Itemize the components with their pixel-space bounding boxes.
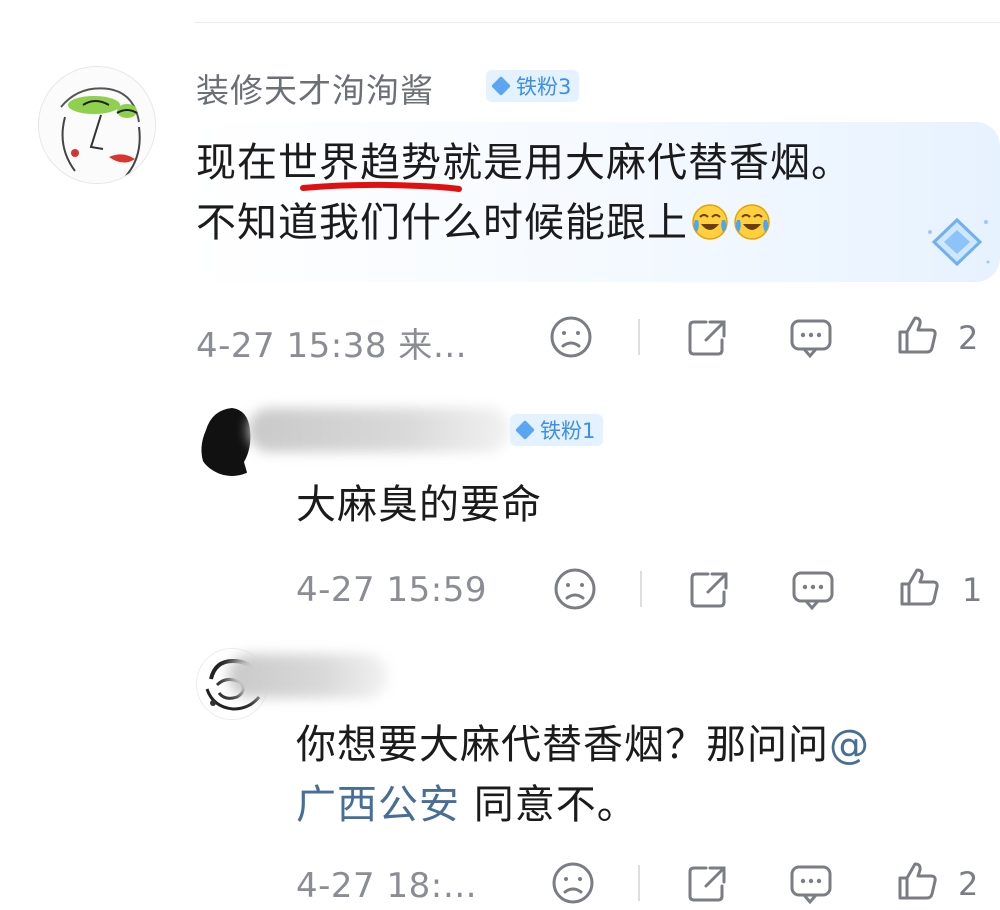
separator bbox=[640, 571, 642, 607]
comment-text-prefix: 现在 bbox=[196, 140, 278, 186]
comment-text-line1: 现在世界趋势就是用大麻代替香烟。 bbox=[196, 133, 852, 193]
highlighted-text: 世界趋势 bbox=[278, 140, 442, 186]
fan-badge-label: 铁粉3 bbox=[516, 75, 572, 99]
like-count: 2 bbox=[958, 865, 979, 903]
sad-face-icon[interactable] bbox=[548, 314, 594, 360]
reply-text: 你想要大麻代替香烟？那问问 bbox=[296, 722, 829, 768]
like-count: 1 bbox=[962, 571, 983, 609]
separator bbox=[638, 319, 640, 355]
like-count: 2 bbox=[958, 319, 979, 357]
mention-at-sign[interactable]: @ bbox=[829, 722, 870, 768]
fan-badge-label: 铁粉1 bbox=[540, 419, 596, 443]
red-underline-mark bbox=[300, 181, 462, 192]
share-icon[interactable] bbox=[684, 314, 730, 360]
comment-text-line2-text: 不知道我们什么时候能跟上 bbox=[196, 200, 688, 246]
reply-timestamp: 4-27 18:… bbox=[296, 866, 478, 906]
laugh-cry-emoji bbox=[692, 204, 728, 240]
comment-icon[interactable] bbox=[790, 566, 836, 612]
reply-text-line1: 你想要大麻代替香烟？那问问@ bbox=[296, 715, 870, 775]
laugh-cry-emoji bbox=[734, 204, 770, 240]
blurred-username bbox=[228, 654, 388, 698]
comment-icon[interactable] bbox=[788, 860, 834, 906]
thumbs-up-icon[interactable] bbox=[894, 312, 940, 358]
username[interactable]: 装修天才洵洵酱 bbox=[196, 64, 434, 112]
blurred-username bbox=[248, 408, 510, 452]
thumbs-up-icon[interactable] bbox=[894, 858, 940, 904]
thumbs-up-icon[interactable] bbox=[896, 564, 942, 610]
fan-badge[interactable]: 铁粉1 bbox=[510, 414, 604, 446]
diamond-icon bbox=[515, 420, 535, 440]
avatar-sketch-image bbox=[39, 67, 155, 183]
diamond-icon bbox=[491, 76, 511, 96]
sad-face-icon[interactable] bbox=[550, 860, 596, 906]
mention-link[interactable]: 广西公安 bbox=[296, 782, 460, 828]
comment-timestamp: 4-27 15:38 来… bbox=[196, 326, 468, 366]
avatar[interactable] bbox=[38, 66, 156, 184]
share-icon[interactable] bbox=[684, 860, 730, 906]
reply-text-line2: 广西公安 同意不。 bbox=[296, 775, 638, 835]
top-divider bbox=[195, 22, 1000, 23]
reply-text-suffix: 同意不。 bbox=[460, 782, 638, 828]
comment-icon[interactable] bbox=[788, 314, 834, 360]
sad-face-icon[interactable] bbox=[552, 566, 598, 612]
comment-text-line2: 不知道我们什么时候能跟上 bbox=[196, 193, 772, 253]
share-icon[interactable] bbox=[686, 566, 732, 612]
separator bbox=[638, 865, 640, 901]
diamond-sparkle-icon bbox=[928, 217, 990, 267]
fan-badge[interactable]: 铁粉3 bbox=[486, 70, 580, 102]
reply-timestamp: 4-27 15:59 bbox=[296, 570, 487, 610]
reply-text: 大麻臭的要命 bbox=[296, 482, 542, 528]
comment-text-suffix: 就是用大麻代替香烟。 bbox=[442, 140, 852, 186]
